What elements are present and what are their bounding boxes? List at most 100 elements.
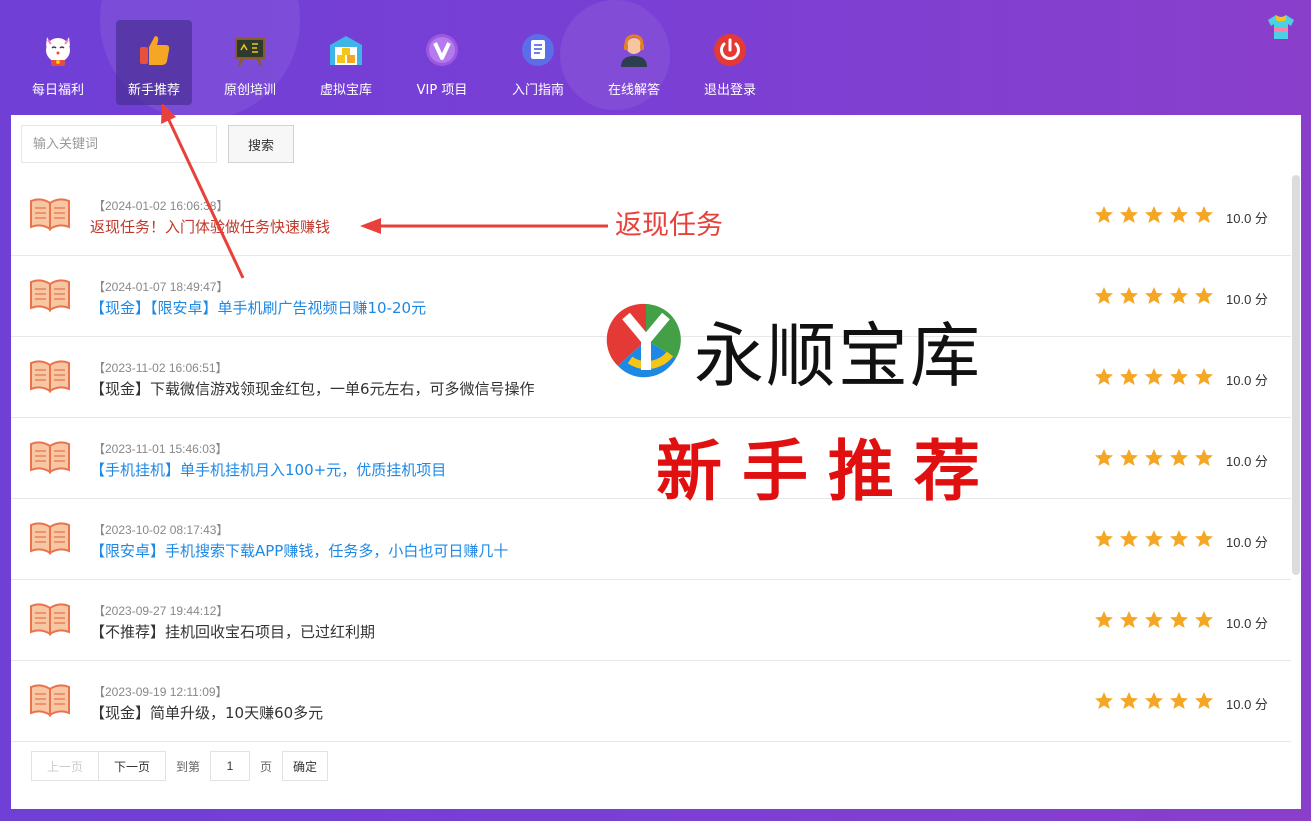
next-page-button[interactable]: 下一页 bbox=[99, 751, 166, 781]
list-item[interactable]: 【2023-09-27 19:44:12】【不推荐】挂机回收宝石项目，已过红利期… bbox=[11, 580, 1291, 661]
nav-item-logout[interactable]: 退出登录 bbox=[692, 20, 768, 105]
star-icon bbox=[1094, 205, 1114, 225]
prev-page-button[interactable]: 上一页 bbox=[31, 751, 99, 781]
item-score: 10.0 分 bbox=[1226, 373, 1268, 388]
nav-item-daily-benefits[interactable]: 每日福利 bbox=[20, 20, 96, 105]
star-icon bbox=[1094, 367, 1114, 387]
book-icon bbox=[29, 683, 71, 717]
power-icon bbox=[712, 32, 748, 68]
nav-item-original-training[interactable]: 原创培训 bbox=[212, 20, 288, 105]
star-icon bbox=[1169, 610, 1189, 630]
nav-item-vip-projects[interactable]: VIP 项目 bbox=[404, 20, 480, 105]
item-title-link[interactable]: 【限安卓】手机搜索下载APP赚钱，任务多，小白也可日赚几十 bbox=[90, 540, 508, 561]
book-icon bbox=[29, 602, 71, 636]
item-date: 【2023-09-27 19:44:12】 bbox=[93, 604, 229, 618]
annotation-label: 返现任务 bbox=[615, 210, 723, 241]
item-date: 【2024-01-02 16:06:38】 bbox=[93, 199, 229, 213]
item-title-link[interactable]: 【现金】简单升级，10天赚60多元 bbox=[90, 702, 323, 723]
star-icon bbox=[1119, 286, 1139, 306]
rating-stars bbox=[1094, 205, 1219, 225]
article-list: 【2024-01-02 16:06:38】返现任务！入门体验做任务快速赚钱 10.… bbox=[11, 175, 1291, 742]
item-title-link[interactable]: 返现任务！入门体验做任务快速赚钱 bbox=[90, 216, 330, 237]
book-icon bbox=[29, 440, 71, 474]
confirm-page-button[interactable]: 确定 bbox=[282, 751, 329, 781]
item-score: 10.0 分 bbox=[1226, 616, 1268, 631]
star-icon bbox=[1169, 448, 1189, 468]
item-date: 【2024-01-07 18:49:47】 bbox=[93, 280, 229, 294]
list-item[interactable]: 【2023-10-02 08:17:43】【限安卓】手机搜索下载APP赚钱，任务… bbox=[11, 499, 1291, 580]
goto-prefix-label: 到第 bbox=[176, 759, 201, 774]
rating-stars bbox=[1094, 286, 1219, 306]
nav-label: 在线解答 bbox=[607, 83, 660, 98]
nav-label: 退出登录 bbox=[703, 83, 756, 98]
star-icon bbox=[1169, 691, 1189, 711]
nav-label: 每日福利 bbox=[31, 83, 84, 98]
item-date: 【2023-11-02 16:06:51】 bbox=[93, 361, 228, 375]
nav-label: VIP 项目 bbox=[416, 83, 468, 98]
star-icon bbox=[1169, 205, 1189, 225]
star-icon bbox=[1194, 691, 1214, 711]
nav-item-newbie-recommend[interactable]: 新手推荐 bbox=[116, 20, 192, 105]
star-icon bbox=[1144, 448, 1164, 468]
document-icon bbox=[520, 32, 556, 68]
book-icon bbox=[29, 359, 71, 393]
thumbs-up-icon bbox=[136, 32, 172, 68]
star-icon bbox=[1094, 529, 1114, 549]
star-icon bbox=[1169, 529, 1189, 549]
nav-item-virtual-vault[interactable]: 虚拟宝库 bbox=[308, 20, 384, 105]
item-date: 【2023-10-02 08:17:43】 bbox=[93, 523, 229, 537]
support-agent-icon bbox=[616, 32, 652, 68]
star-icon bbox=[1119, 367, 1139, 387]
item-score: 10.0 分 bbox=[1226, 292, 1268, 307]
scrollbar[interactable] bbox=[1292, 175, 1300, 575]
star-icon bbox=[1119, 448, 1139, 468]
brand-name: 永顺宝库 bbox=[694, 315, 982, 397]
top-navigation: 每日福利 新手推荐 原创培训 虚拟宝库 VIP 项目 入门指南 在线解答 退出登… bbox=[20, 20, 788, 105]
star-icon bbox=[1144, 286, 1164, 306]
list-item[interactable]: 【2023-09-19 12:11:09】【现金】简单升级，10天赚60多元 10… bbox=[11, 661, 1291, 742]
item-score: 10.0 分 bbox=[1226, 697, 1268, 712]
vip-icon bbox=[424, 32, 460, 68]
star-icon bbox=[1194, 529, 1214, 549]
nav-item-getting-started[interactable]: 入门指南 bbox=[500, 20, 576, 105]
lucky-cat-icon bbox=[40, 32, 76, 68]
star-icon bbox=[1194, 367, 1214, 387]
star-icon bbox=[1094, 610, 1114, 630]
search-input[interactable] bbox=[21, 125, 217, 163]
brand-logo-icon bbox=[606, 300, 686, 380]
page-number-input[interactable] bbox=[210, 751, 251, 781]
item-date: 【2023-09-19 12:11:09】 bbox=[93, 685, 228, 699]
rating-stars bbox=[1094, 529, 1219, 549]
nav-label: 新手推荐 bbox=[127, 83, 180, 98]
star-icon bbox=[1119, 529, 1139, 549]
star-icon bbox=[1144, 529, 1164, 549]
goto-suffix-label: 页 bbox=[260, 759, 273, 774]
star-icon bbox=[1194, 448, 1214, 468]
item-score: 10.0 分 bbox=[1226, 535, 1268, 550]
rating-stars bbox=[1094, 610, 1219, 630]
item-score: 10.0 分 bbox=[1226, 211, 1268, 226]
promo-title: 新手推荐 bbox=[656, 433, 1000, 510]
star-icon bbox=[1169, 286, 1189, 306]
list-item[interactable]: 【2023-11-01 15:46:03】【手机挂机】单手机挂机月入100+元，… bbox=[11, 418, 1291, 499]
star-icon bbox=[1119, 610, 1139, 630]
star-icon bbox=[1194, 286, 1214, 306]
rating-stars bbox=[1094, 448, 1219, 468]
item-score: 10.0 分 bbox=[1226, 454, 1268, 469]
search-button[interactable]: 搜索 bbox=[228, 125, 294, 163]
star-icon bbox=[1144, 367, 1164, 387]
rating-stars bbox=[1094, 691, 1219, 711]
rating-stars bbox=[1094, 367, 1219, 387]
item-title-link[interactable]: 【不推荐】挂机回收宝石项目，已过红利期 bbox=[90, 621, 375, 642]
star-icon bbox=[1094, 691, 1114, 711]
item-title-link[interactable]: 【现金】下载微信游戏领现金红包，一单6元左右，可多微信号操作 bbox=[90, 378, 535, 399]
nav-label: 原创培训 bbox=[223, 83, 276, 98]
star-icon bbox=[1119, 691, 1139, 711]
nav-item-online-answers[interactable]: 在线解答 bbox=[596, 20, 672, 105]
book-icon bbox=[29, 521, 71, 555]
item-date: 【2023-11-01 15:46:03】 bbox=[93, 442, 228, 456]
item-title-link[interactable]: 【现金】【限安卓】单手机刷广告视频日赚10-20元 bbox=[90, 297, 426, 318]
item-title-link[interactable]: 【手机挂机】单手机挂机月入100+元，优质挂机项目 bbox=[90, 459, 446, 480]
theme-shirt-icon[interactable] bbox=[1267, 14, 1295, 40]
nav-label: 虚拟宝库 bbox=[319, 83, 372, 98]
